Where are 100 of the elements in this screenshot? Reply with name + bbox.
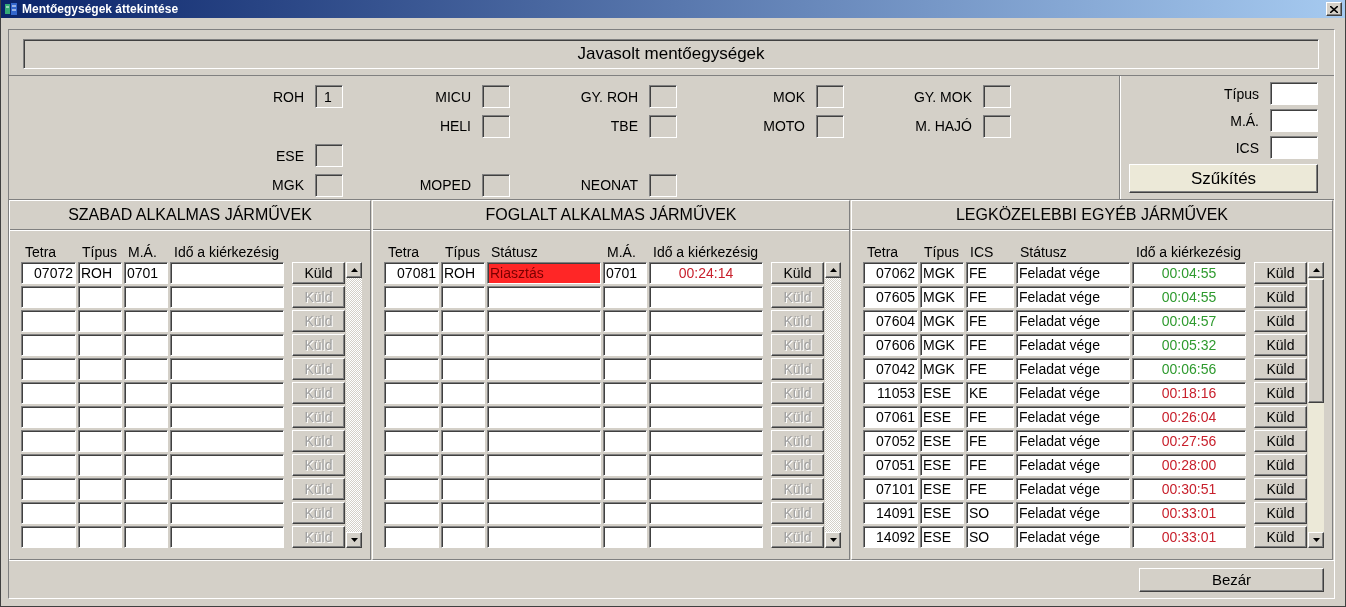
up-arrow-icon — [829, 268, 837, 272]
table-cell: FE — [966, 430, 1014, 452]
table-cell — [384, 526, 439, 548]
column-header: Típus — [81, 244, 118, 260]
close-window-button[interactable]: Bezár — [1139, 567, 1324, 592]
count-field — [482, 114, 510, 138]
table-cell — [124, 310, 168, 332]
send-button[interactable]: Küld — [1254, 334, 1307, 356]
table-cell — [78, 430, 122, 452]
table-cell: ESE — [920, 502, 964, 524]
table-cell — [441, 502, 485, 524]
table-cell — [21, 526, 76, 548]
table-cell — [384, 286, 439, 308]
send-button[interactable]: Küld — [292, 262, 345, 284]
table-cell — [384, 430, 439, 452]
table-cell: 00:18:16 — [1132, 382, 1246, 404]
send-button[interactable]: Küld — [1254, 262, 1307, 284]
table-cell: Feladat vége — [1016, 502, 1130, 524]
count-field — [649, 173, 677, 197]
filter-field[interactable] — [1270, 136, 1318, 159]
table-cell — [441, 310, 485, 332]
table-cell — [124, 502, 168, 524]
table-cell: 00:33:01 — [1132, 526, 1246, 548]
category-label: ROH — [272, 88, 304, 105]
send-button[interactable]: Küld — [1254, 454, 1307, 476]
table-cell — [441, 478, 485, 500]
table-cell — [21, 502, 76, 524]
app-icon — [4, 2, 18, 16]
column-header: Idő a kiérkezésig — [1135, 244, 1243, 260]
table-cell — [21, 310, 76, 332]
filter-label: ICS — [1235, 139, 1259, 156]
send-button[interactable]: Küld — [771, 262, 824, 284]
table-cell — [78, 334, 122, 356]
table-cell — [441, 406, 485, 428]
table-cell — [124, 358, 168, 380]
table-cell: SO — [966, 526, 1014, 548]
send-button[interactable]: Küld — [1254, 310, 1307, 332]
table-cell — [78, 286, 122, 308]
send-button[interactable]: Küld — [1254, 286, 1307, 308]
table-cell — [384, 406, 439, 428]
table-cell — [124, 526, 168, 548]
down-arrow-icon — [829, 538, 837, 542]
table-cell — [78, 382, 122, 404]
send-button[interactable]: Küld — [1254, 358, 1307, 380]
table-cell: 14092 — [863, 526, 918, 548]
table-cell — [78, 358, 122, 380]
filter-field[interactable] — [1270, 82, 1318, 105]
table-cell: 07062 — [863, 262, 918, 284]
table-cell: ESE — [920, 406, 964, 428]
table-cell: Feladat vége — [1016, 526, 1130, 548]
count-field — [315, 173, 343, 197]
table-cell — [384, 478, 439, 500]
column-header: Idő a kiérkezésig — [173, 244, 281, 260]
table-cell: 07606 — [863, 334, 918, 356]
table-cell — [441, 526, 485, 548]
table-cell: Feladat vége — [1016, 478, 1130, 500]
table-cell: Feladat vége — [1016, 334, 1130, 356]
scrollbar[interactable] — [1308, 262, 1324, 548]
table-cell: MGK — [920, 334, 964, 356]
scrollbar[interactable] — [825, 262, 841, 548]
table-cell — [124, 286, 168, 308]
table-cell — [603, 286, 647, 308]
scrollbar[interactable] — [346, 262, 362, 548]
column-header: M.Á. — [127, 244, 158, 260]
filter-field[interactable] — [1270, 109, 1318, 132]
category-label: MICU — [435, 88, 471, 105]
send-button[interactable]: Küld — [1254, 406, 1307, 428]
filter-button[interactable]: Szűkítés — [1129, 164, 1318, 193]
table-cell — [124, 406, 168, 428]
table-cell — [441, 358, 485, 380]
close-button[interactable] — [1326, 2, 1342, 16]
table-cell: FE — [966, 454, 1014, 476]
table-cell: FE — [966, 310, 1014, 332]
column-header: M.Á. — [606, 244, 637, 260]
table-cell: 00:05:32 — [1132, 334, 1246, 356]
scroll-thumb[interactable] — [1308, 279, 1324, 403]
table-cell — [603, 382, 647, 404]
table-cell — [603, 358, 647, 380]
send-button[interactable]: Küld — [1254, 430, 1307, 452]
table-cell: Feladat vége — [1016, 310, 1130, 332]
table-cell: 07051 — [863, 454, 918, 476]
table-cell — [21, 454, 76, 476]
send-button[interactable]: Küld — [1254, 502, 1307, 524]
send-button[interactable]: Küld — [1254, 526, 1307, 548]
table-cell: 14091 — [863, 502, 918, 524]
table-cell: Feladat vége — [1016, 454, 1130, 476]
table-cell: MGK — [920, 310, 964, 332]
table-cell — [384, 334, 439, 356]
up-arrow-icon — [1312, 268, 1320, 272]
send-button[interactable]: Küld — [1254, 478, 1307, 500]
send-button[interactable]: Küld — [1254, 382, 1307, 404]
table-cell: FE — [966, 262, 1014, 284]
table-cell: 07605 — [863, 286, 918, 308]
up-arrow-icon — [350, 268, 358, 272]
table-cell — [21, 382, 76, 404]
category-label: TBE — [610, 118, 638, 135]
category-label: GY. ROH — [580, 88, 638, 105]
table-cell: 00:04:55 — [1132, 286, 1246, 308]
table-cell — [21, 286, 76, 308]
table-cell — [78, 478, 122, 500]
